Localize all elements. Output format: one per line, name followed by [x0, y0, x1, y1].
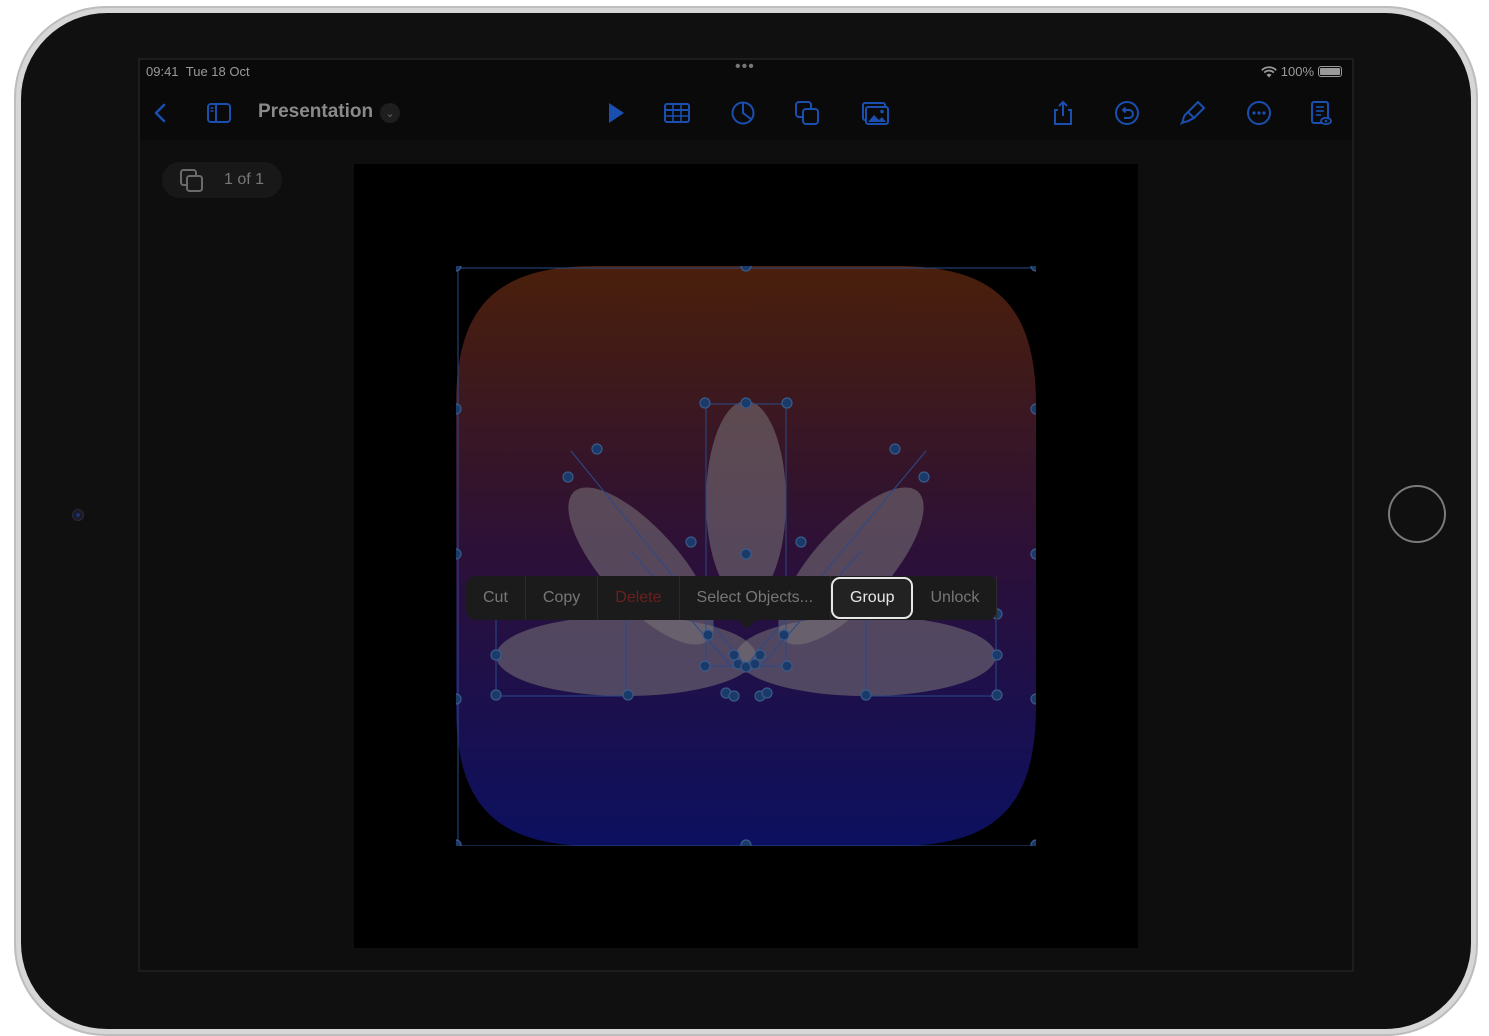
document-viewer-icon[interactable] — [1304, 96, 1338, 130]
paintbrush-icon[interactable] — [1176, 96, 1210, 130]
shapes-icon[interactable] — [790, 96, 824, 130]
wifi-icon — [1260, 65, 1277, 77]
chart-icon[interactable] — [726, 96, 760, 130]
media-icon[interactable] — [858, 96, 892, 130]
slide-count-label: 1 of 1 — [224, 171, 265, 188]
document-title[interactable]: Presentation — [258, 101, 373, 123]
petal-top — [706, 401, 786, 601]
cut-button[interactable]: Cut — [466, 576, 526, 620]
context-menu: Cut Copy Delete Select Objects... Group … — [466, 576, 998, 629]
status-date: Tue 18 Oct — [185, 64, 250, 79]
canvas-area: 1 of 1 Cut Copy Delete Select Objects...… — [140, 140, 1352, 970]
screen: 09:41 Tue 18 Oct ••• 100% Presentation ⌄ — [138, 58, 1354, 972]
status-time: 09:41 — [146, 64, 179, 79]
table-icon[interactable] — [660, 96, 694, 130]
sidebar-icon[interactable] — [202, 96, 236, 130]
play-icon[interactable] — [598, 96, 632, 130]
share-icon[interactable] — [1046, 96, 1080, 130]
status-bar: 09:41 Tue 18 Oct ••• 100% — [140, 60, 1352, 82]
toolbar: Presentation ⌄ — [140, 90, 1352, 136]
slide-counter[interactable]: 1 of 1 — [162, 162, 282, 198]
home-button[interactable] — [1388, 485, 1446, 543]
copy-button[interactable]: Copy — [526, 576, 599, 620]
delete-button[interactable]: Delete — [598, 576, 680, 620]
group-button[interactable]: Group — [831, 577, 914, 619]
undo-icon[interactable] — [1110, 96, 1144, 130]
multitasking-dots[interactable]: ••• — [735, 60, 755, 76]
select-objects-button[interactable]: Select Objects... — [680, 576, 832, 620]
unlock-button[interactable]: Unlock — [913, 576, 998, 620]
front-camera — [73, 510, 83, 520]
battery-percent: 100% — [1280, 64, 1314, 79]
slides-icon — [180, 169, 203, 192]
battery-icon — [1318, 66, 1342, 77]
lotus-artwork[interactable] — [456, 266, 1036, 846]
chevron-down-icon[interactable]: ⌄ — [380, 103, 400, 123]
ellipsis-icon[interactable] — [1242, 96, 1276, 130]
context-menu-arrow — [738, 620, 756, 629]
slide[interactable] — [354, 164, 1138, 948]
back-chevron-icon[interactable] — [144, 96, 178, 130]
